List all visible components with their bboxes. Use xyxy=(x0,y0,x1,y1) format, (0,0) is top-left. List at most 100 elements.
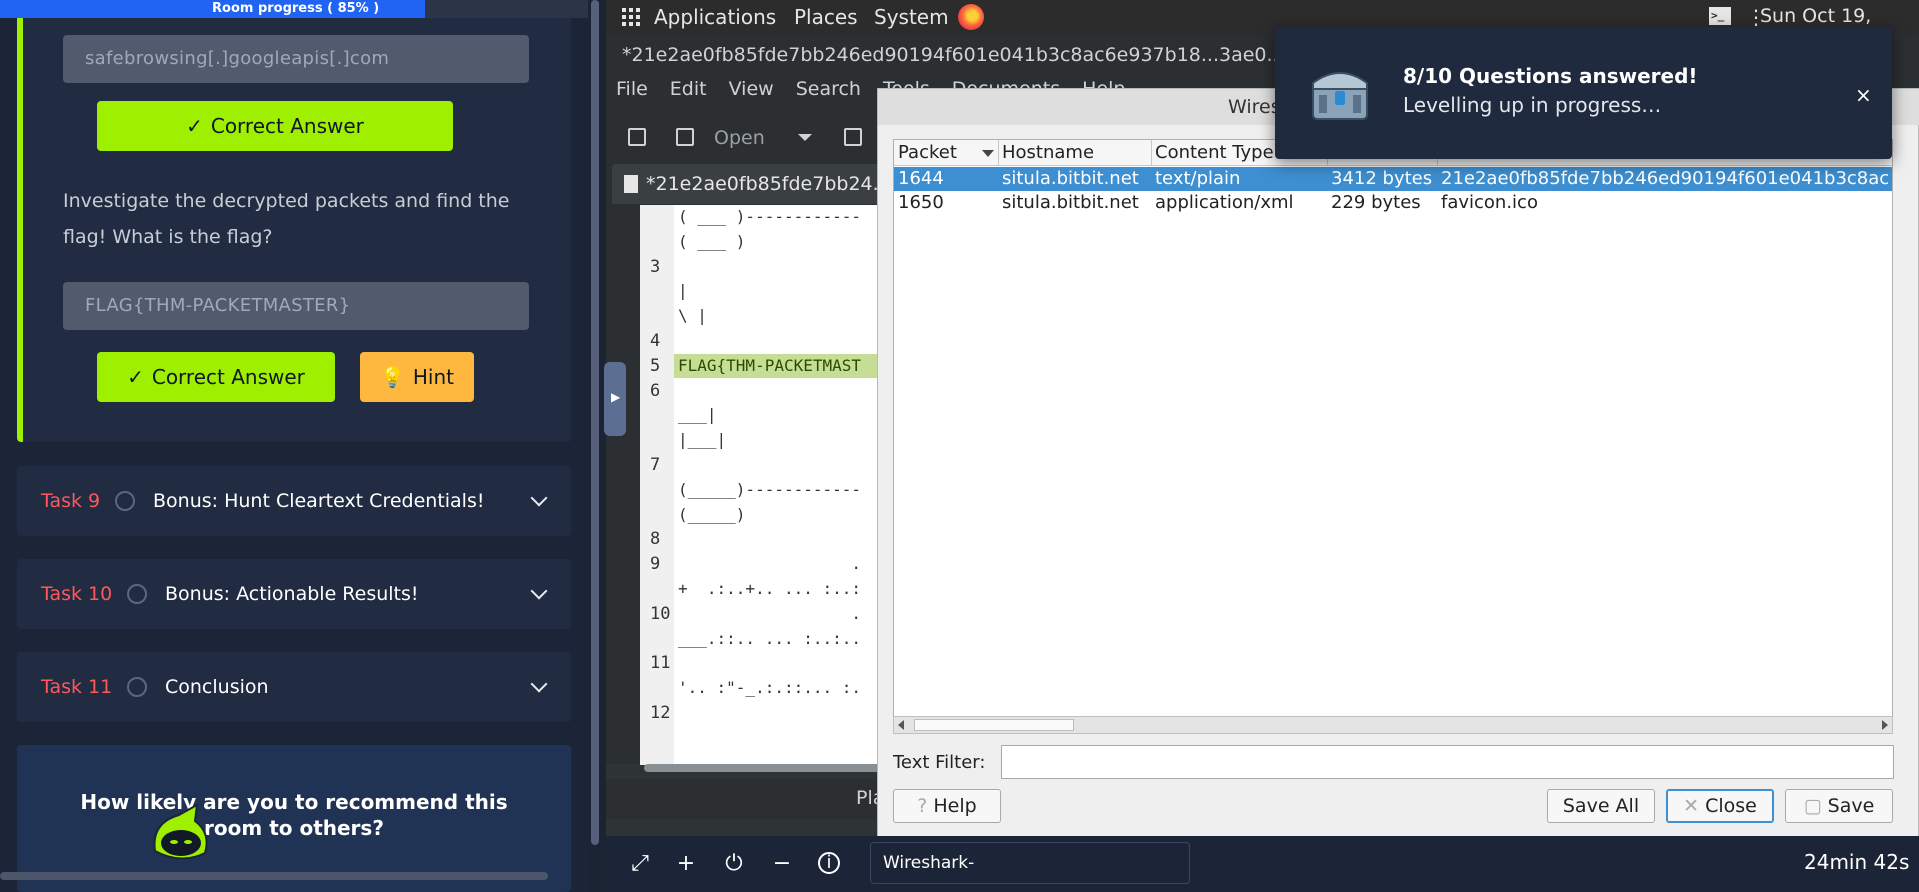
correct-answer-button-2[interactable]: ✓ Correct Answer xyxy=(97,352,335,402)
collapse-panel-handle[interactable]: ▶ xyxy=(604,362,626,436)
firefox-icon[interactable] xyxy=(958,4,984,30)
help-button[interactable]: ? Help xyxy=(893,789,1001,823)
correct-answer-button-1[interactable]: ✓ Correct Answer xyxy=(97,101,453,151)
answer-field-1[interactable]: safebrowsing[.]googleapis[.]com xyxy=(63,35,529,83)
help-label: Help xyxy=(933,795,977,817)
scrollbar-thumb[interactable] xyxy=(914,719,1074,731)
chevron-down-icon[interactable] xyxy=(530,582,548,600)
line-number: 5 xyxy=(650,355,661,376)
hint-button[interactable]: 💡 Hint xyxy=(360,352,474,402)
code-line: |___| xyxy=(678,430,727,450)
menu-file[interactable]: File xyxy=(616,78,648,100)
column-packet[interactable]: Packet xyxy=(898,142,957,163)
room-progress-bar: Room progress ( 85% ) xyxy=(0,0,588,18)
terminal-icon[interactable]: >_ xyxy=(1709,7,1731,25)
lightbulb-icon: 💡 xyxy=(379,365,405,389)
scroll-right-icon[interactable] xyxy=(1882,720,1888,730)
new-document-icon[interactable] xyxy=(628,128,646,146)
check-icon: ✓ xyxy=(186,114,203,138)
info-icon[interactable]: i xyxy=(818,852,840,874)
code-line: ___| xyxy=(678,405,717,425)
code-line: \ | xyxy=(678,306,707,326)
save-button[interactable]: ▢ Save xyxy=(1785,789,1893,823)
code-line: '.. :"-_.:.::... :. xyxy=(678,678,862,698)
hint-label: Hint xyxy=(412,365,455,389)
chevron-down-icon[interactable] xyxy=(530,675,548,693)
code-line: . xyxy=(678,554,862,574)
cell-packet: 1650 xyxy=(898,192,944,213)
column-content-type[interactable]: Content Type xyxy=(1155,142,1274,163)
close-icon[interactable]: × xyxy=(1855,83,1872,107)
close-label: Close xyxy=(1705,795,1757,817)
close-button[interactable]: ✕ Close xyxy=(1666,789,1774,823)
table-row[interactable]: 1650 situla.bitbit.net application/xml 2… xyxy=(894,191,1892,215)
chevron-down-icon[interactable] xyxy=(530,489,548,507)
code-line: (_____)------------ xyxy=(678,479,862,499)
task-number: Task 9 xyxy=(41,490,101,512)
tab-label: *21e2ae0fb85fde7bb24... xyxy=(646,173,891,195)
chevron-down-icon[interactable] xyxy=(798,134,812,141)
menu-search[interactable]: Search xyxy=(796,78,861,100)
table-row[interactable]: 1644 situla.bitbit.net text/plain 3412 b… xyxy=(894,167,1892,191)
room-panel: Room progress ( 85% ) safebrowsing[.]goo… xyxy=(0,0,588,892)
machine-name[interactable]: Wireshark-TrafficAnalysis_PROD_v0.2 xyxy=(870,842,1190,884)
line-number: 11 xyxy=(650,653,671,674)
line-number: 7 xyxy=(650,455,661,475)
cell-hostname: situla.bitbit.net xyxy=(1002,192,1139,213)
task-8-card: safebrowsing[.]googleapis[.]com ✓ Correc… xyxy=(17,18,571,442)
task-status-circle-icon xyxy=(127,677,147,697)
menu-view[interactable]: View xyxy=(729,78,774,100)
fullscreen-icon[interactable]: ⤢ xyxy=(628,852,652,876)
task-status-circle-icon xyxy=(127,584,147,604)
save-all-button[interactable]: Save All xyxy=(1547,789,1655,823)
line-number: 12 xyxy=(650,703,671,723)
apps-grid-icon[interactable] xyxy=(622,8,640,26)
power-icon[interactable]: ⏻ xyxy=(722,852,746,876)
minus-icon[interactable]: − xyxy=(770,852,794,876)
cell-filename: 21e2ae0fb85fde7bb246ed90194f601e041b3c8a… xyxy=(1441,168,1890,189)
help-icon: ? xyxy=(917,795,928,817)
task-row-10[interactable]: Task 10 Bonus: Actionable Results! xyxy=(17,559,571,629)
mascot-icon xyxy=(153,803,208,860)
notification-subtitle: Levelling up in progress… xyxy=(1403,93,1662,117)
scroll-left-icon[interactable] xyxy=(898,720,904,730)
wireshark-export-dialog: Wireshark · Export · HTTP object list Pa… xyxy=(877,88,1919,838)
menu-places[interactable]: Places xyxy=(794,5,858,29)
cell-filename: favicon.ico xyxy=(1441,192,1538,213)
column-hostname[interactable]: Hostname xyxy=(1002,142,1094,163)
answer-field-2[interactable]: FLAG{THM-PACKETMASTER} xyxy=(63,282,529,330)
save-label: Save xyxy=(1827,795,1875,817)
correct-answer-label: Correct Answer xyxy=(210,114,364,138)
achievement-notification: 8/10 Questions answered! Levelling up in… xyxy=(1275,27,1892,159)
open-recent-icon[interactable] xyxy=(676,128,694,146)
line-number: 3 xyxy=(650,256,661,277)
task-title: Bonus: Actionable Results! xyxy=(165,583,419,605)
open-button[interactable]: Open xyxy=(714,127,765,149)
menu-system[interactable]: System xyxy=(874,5,949,29)
sort-desc-icon xyxy=(982,150,994,157)
play-icon: ▶ xyxy=(611,390,621,404)
code-line: FLAG{THM-PACKETMAST xyxy=(678,355,862,375)
code-line: | xyxy=(678,281,688,301)
recommend-question: How likely are you to recommend this roo… xyxy=(80,790,508,840)
room-progress-label: Room progress ( 85% ) xyxy=(212,1,380,16)
task-status-circle-icon xyxy=(115,491,135,511)
code-line: + .:..+.. ... :..: xyxy=(678,579,862,598)
task-row-9[interactable]: Task 9 Bonus: Hunt Cleartext Credentials… xyxy=(17,466,571,536)
menu-applications[interactable]: Applications xyxy=(654,5,776,29)
save-icon[interactable] xyxy=(844,128,862,146)
table-horizontal-scrollbar[interactable] xyxy=(893,716,1893,734)
code-line: (_____) xyxy=(678,504,746,524)
correct-answer-label: Correct Answer xyxy=(151,365,305,389)
text-filter-input[interactable] xyxy=(1001,745,1894,779)
task-number: Task 11 xyxy=(41,676,113,698)
cell-hostname: situla.bitbit.net xyxy=(1002,168,1139,189)
task-row-11[interactable]: Task 11 Conclusion xyxy=(17,652,571,722)
treasure-chest-icon xyxy=(1312,72,1368,120)
task-title: Conclusion xyxy=(165,676,269,698)
close-icon: ✕ xyxy=(1683,795,1700,817)
menu-edit[interactable]: Edit xyxy=(670,78,707,100)
left-vertical-scrollbar[interactable] xyxy=(591,0,599,845)
plus-icon[interactable]: + xyxy=(674,852,698,876)
left-horizontal-scrollbar[interactable] xyxy=(0,872,548,880)
